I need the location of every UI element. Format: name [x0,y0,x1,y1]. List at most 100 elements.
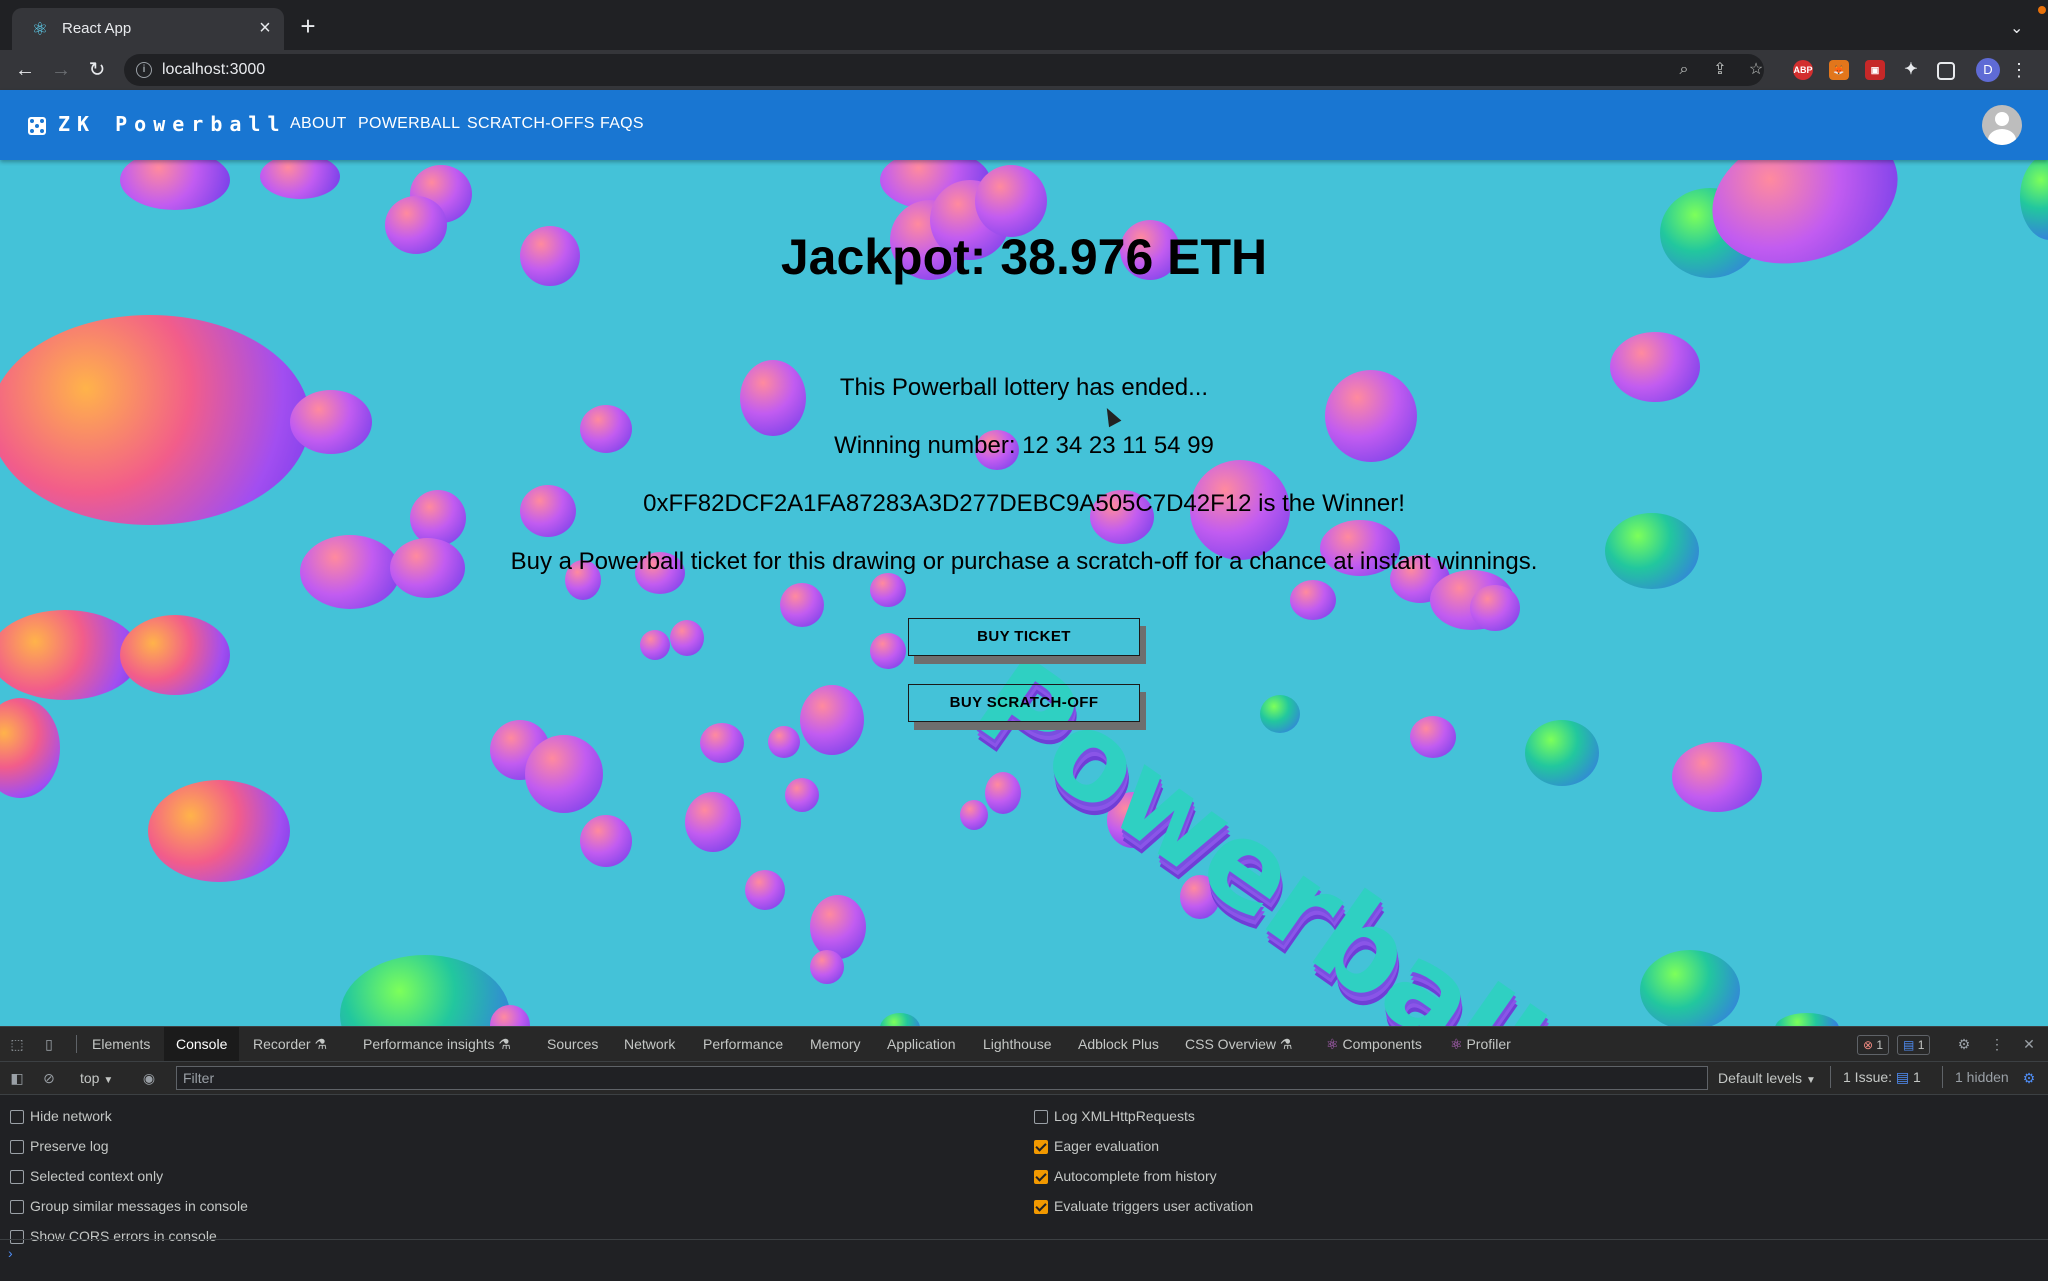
adblock-plus-icon[interactable]: ABP [1793,60,1813,80]
checkbox[interactable] [10,1140,24,1154]
nav-powerball[interactable]: POWERBALL [358,115,460,133]
console-prompt-chevron-icon[interactable]: › [8,1245,13,1261]
checkbox-checked[interactable] [1034,1200,1048,1214]
checkbox[interactable] [10,1170,24,1184]
sidebar-toggle-icon[interactable]: ◧ [8,1069,26,1087]
buy-scratch-off-button[interactable]: BUY SCRATCH-OFF [908,684,1140,722]
tab-label: Profiler [1466,1036,1511,1052]
devtools-tab-performance-insights[interactable]: Performance insights ⚗ [363,1027,511,1061]
devtools-more-icon[interactable]: ⋮ [1988,1035,2006,1053]
messages-badge[interactable]: ▤ 1 [1897,1035,1931,1055]
inspect-element-icon[interactable]: ⬚ [8,1035,26,1053]
checkbox[interactable] [1034,1110,1048,1124]
back-icon[interactable]: ← [10,50,40,90]
levels-label: Default levels [1718,1070,1803,1086]
react-favicon-icon: ⚛ [31,19,49,39]
checkbox[interactable] [10,1110,24,1124]
hidden-count: 1 hidden [1942,1066,2009,1088]
metamask-icon[interactable]: 🦊 [1829,60,1849,80]
devtools-tab-profiler[interactable]: ⚛ Profiler [1450,1027,1511,1061]
flask-icon: ⚗ [498,1036,511,1052]
device-toolbar-icon[interactable]: ▯ [40,1035,58,1053]
extension-red-icon[interactable]: ▣ [1865,60,1885,80]
devtools-tab-lighthouse[interactable]: Lighthouse [983,1027,1052,1061]
issue-icon: ▤ [1895,1069,1910,1085]
url-text: localhost:3000 [162,61,266,78]
clear-console-icon[interactable]: ⊘ [40,1069,58,1087]
side-panel-icon[interactable] [1937,62,1955,80]
console-toolbar: ◧ ⊘ top ▼ ◉ Filter Default levels ▼ 1 Is… [0,1062,2048,1095]
divider [0,1239,2048,1240]
devtools-panel: ⬚ ▯ Elements Console Recorder ⚗ Performa… [0,1026,2048,1281]
context-selector[interactable]: top ▼ [80,1069,113,1090]
checkbox-checked[interactable] [1034,1140,1048,1154]
site-info-icon[interactable]: i [136,62,152,78]
bookmark-star-icon[interactable]: ☆ [1744,58,1768,82]
setting-label: Hide network [30,1108,112,1124]
checkbox[interactable] [10,1200,24,1214]
new-tab-icon[interactable]: + [296,13,320,39]
zoom-icon[interactable]: ⌕ [1672,58,1696,82]
browser-tab[interactable]: ⚛ React App × [12,8,284,50]
message-icon: ▤ [1903,1038,1915,1052]
devtools-tab-bar: ⬚ ▯ Elements Console Recorder ⚗ Performa… [0,1027,2048,1062]
dropdown-icon: ▼ [103,1075,114,1086]
tab-search-chevron-icon[interactable]: ⌄ [2010,18,2023,38]
console-filter-input[interactable]: Filter [176,1066,1708,1090]
live-expression-eye-icon[interactable]: ◉ [140,1069,158,1087]
console-settings-icon[interactable]: ⚙ [2020,1069,2038,1087]
setting-label: Log XMLHttpRequests [1054,1108,1195,1124]
tab-label: CSS Overview [1185,1036,1277,1052]
app-header: ZK Powerball ABOUT POWERBALL SCRATCH-OFF… [0,90,2048,160]
flask-icon: ⚗ [1279,1036,1293,1052]
forward-icon[interactable]: → [46,50,76,90]
devtools-tab-memory[interactable]: Memory [810,1027,861,1061]
devtools-tab-components[interactable]: ⚛ Components [1326,1027,1422,1061]
nav-about[interactable]: ABOUT [290,115,347,133]
devtools-tab-adblock-plus[interactable]: Adblock Plus [1078,1027,1159,1061]
devtools-tab-recorder[interactable]: Recorder ⚗ [253,1027,327,1061]
close-tab-icon[interactable]: × [254,17,276,39]
react-icon: ⚛ [1450,1036,1463,1052]
share-icon[interactable]: ⇪ [1708,58,1732,82]
call-to-action-text: Buy a Powerball ticket for this drawing … [510,548,1538,575]
powerball-3d-scene: Powerball Jackpot: 38.976 ETH This Power… [0,160,2048,1026]
devtools-tab-network[interactable]: Network [624,1027,675,1061]
issues-label: 1 Issue: [1843,1069,1893,1085]
setting-label: Preserve log [30,1138,109,1154]
reload-icon[interactable]: ↻ [82,50,112,90]
devtools-tab-elements[interactable]: Elements [92,1027,150,1061]
nav-scratch-offs[interactable]: SCRATCH-OFFS [467,115,595,133]
log-levels-dropdown[interactable]: Default levels ▼ [1718,1069,1816,1090]
lottery-status-text: This Powerball lottery has ended... [839,374,1209,401]
devtools-tab-console[interactable]: Console [164,1027,240,1061]
chrome-menu-icon[interactable]: ⋮ [2010,58,2028,82]
main-content: Jackpot: 38.976 ETH This Powerball lotte… [0,160,2048,1026]
devtools-tab-css-overview[interactable]: CSS Overview ⚗ [1185,1027,1292,1061]
setting-label: Autocomplete from history [1054,1168,1217,1184]
issues-counter[interactable]: 1 Issue: ▤ 1 [1830,1066,1921,1088]
setting-label: Evaluate triggers user activation [1054,1198,1254,1214]
close-devtools-icon[interactable]: ✕ [2020,1035,2038,1053]
setting-label: Show CORS errors in console [30,1228,217,1244]
buy-ticket-button[interactable]: BUY TICKET [908,618,1140,656]
errors-badge[interactable]: ⊗ 1 [1857,1035,1890,1055]
extensions-puzzle-icon[interactable]: ✦ [1901,60,1921,80]
profile-avatar[interactable]: D [1976,58,2000,82]
account-avatar-icon[interactable] [1982,105,2022,145]
devtools-tab-application[interactable]: Application [887,1027,956,1061]
devtools-tab-sources[interactable]: Sources [547,1027,598,1061]
devtools-tab-performance[interactable]: Performance [703,1027,783,1061]
checkbox[interactable] [10,1230,24,1244]
devtools-settings-icon[interactable]: ⚙ [1955,1035,1973,1053]
recording-indicator [2038,6,2046,14]
address-bar[interactable]: i localhost:3000 ⌕ ⇪ ☆ [124,54,1764,86]
react-icon: ⚛ [1326,1036,1339,1052]
tab-label: Components [1342,1036,1422,1052]
nav-faqs[interactable]: FAQS [600,115,644,133]
brand-logo[interactable]: ZK Powerball [58,112,287,136]
checkbox-checked[interactable] [1034,1170,1048,1184]
error-icon: ⊗ [1863,1038,1874,1052]
winning-number-text: Winning number: 12 34 23 11 54 99 [834,432,1214,459]
browser-tab-strip: ⚛ React App × + ⌄ [0,0,2048,50]
